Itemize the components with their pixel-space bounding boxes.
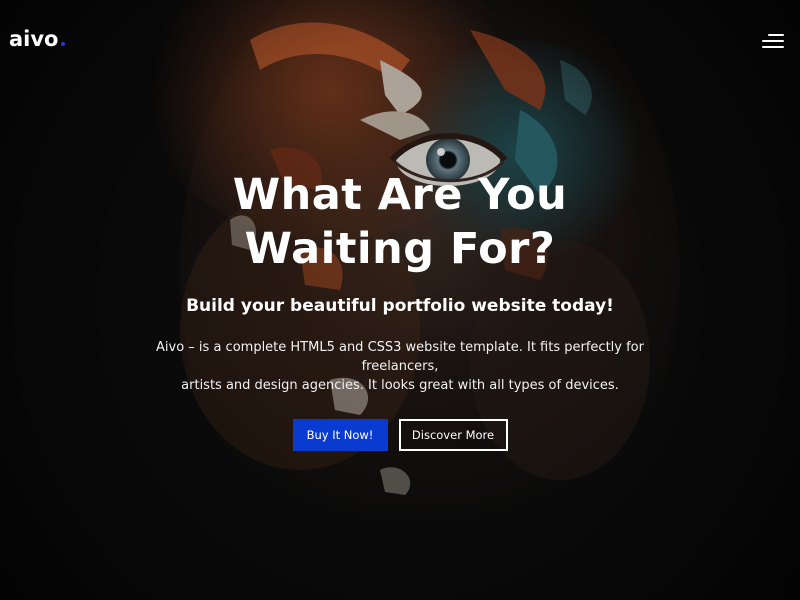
menu-line-2 <box>762 40 784 42</box>
hero-section: aivo What Are You Waiting For? Build you… <box>0 0 800 600</box>
logo-text: aivo <box>9 27 59 51</box>
hamburger-menu-icon[interactable] <box>762 34 784 48</box>
hero-description-line-2: artists and design agencies. It looks gr… <box>181 378 619 393</box>
hero-description: Aivo – is a complete HTML5 and CSS3 webs… <box>120 338 680 395</box>
hero-content: What Are You Waiting For? Build your bea… <box>0 168 800 451</box>
hero-subtitle: Build your beautiful portfolio website t… <box>186 296 614 316</box>
hero-description-line-1: Aivo – is a complete HTML5 and CSS3 webs… <box>156 340 644 374</box>
menu-line-3 <box>762 46 784 48</box>
buy-it-now-button[interactable]: Buy It Now! <box>292 419 388 451</box>
logo-dot <box>60 42 65 46</box>
hero-title-line-1: What Are You <box>232 170 568 220</box>
hero-title: What Are You Waiting For? <box>0 168 800 276</box>
menu-line-1 <box>768 34 784 36</box>
hero-buttons: Buy It Now! Discover More <box>0 419 800 451</box>
site-logo[interactable]: aivo <box>9 24 65 54</box>
site-header: aivo <box>0 0 800 80</box>
discover-more-button[interactable]: Discover More <box>398 419 508 451</box>
hero-title-line-2: Waiting For? <box>244 224 556 274</box>
